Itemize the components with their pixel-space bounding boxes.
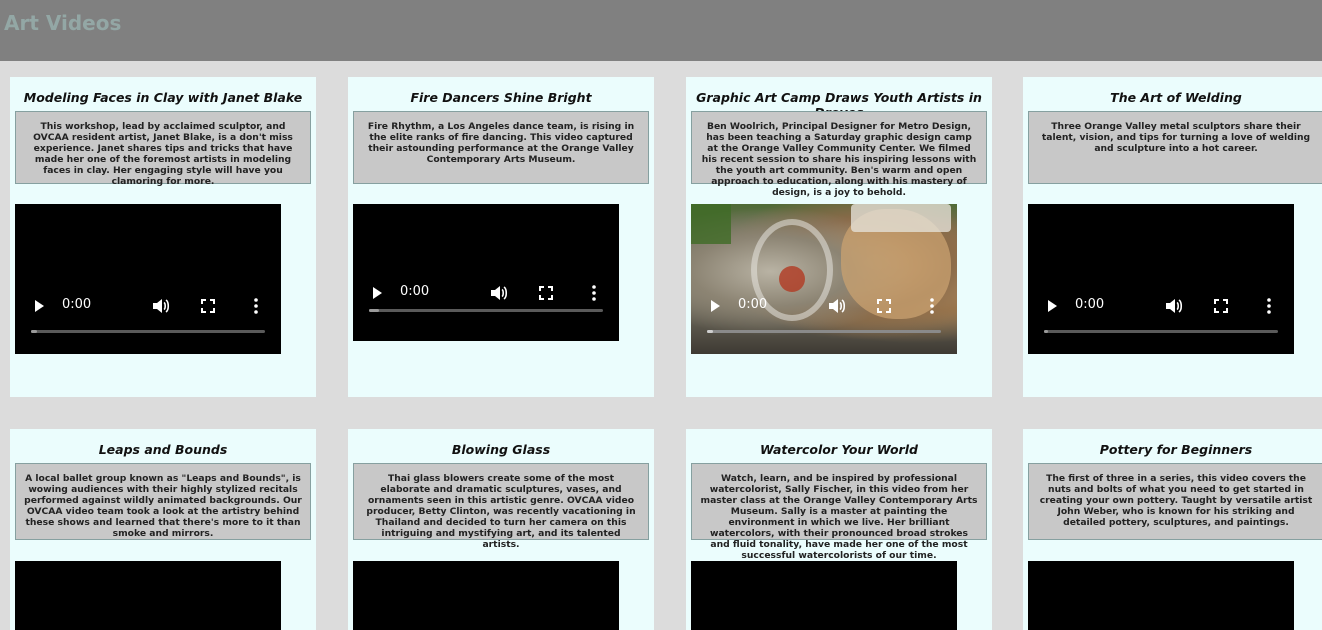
fullscreen-icon[interactable] — [877, 299, 891, 313]
video-progress-bar[interactable] — [1044, 330, 1278, 333]
more-options-icon[interactable] — [254, 298, 258, 314]
thumbnail-foliage — [691, 204, 731, 244]
play-icon[interactable] — [373, 287, 382, 299]
video-title: The Art of Welding — [1110, 90, 1242, 105]
more-options-icon[interactable] — [930, 298, 934, 314]
video-controls: 0:00 — [1028, 286, 1294, 333]
fullscreen-icon[interactable] — [539, 286, 553, 300]
video-description: Fire Rhythm, a Los Angeles dance team, i… — [353, 111, 649, 184]
video-player[interactable]: 0:00 — [691, 204, 957, 354]
progress-fill — [707, 330, 713, 333]
video-controls: 0:00 — [15, 286, 281, 333]
video-card: Leaps and Bounds A local ballet group kn… — [10, 429, 316, 630]
video-card: Blowing Glass Thai glass blowers create … — [348, 429, 654, 630]
video-description: Three Orange Valley metal sculptors shar… — [1028, 111, 1322, 184]
more-options-icon[interactable] — [1267, 298, 1271, 314]
video-time: 0:00 — [738, 297, 768, 312]
video-card: Graphic Art Camp Draws Youth Artists in … — [686, 77, 992, 397]
video-progress-bar[interactable] — [707, 330, 941, 333]
page-header: Art Videos — [0, 0, 1322, 61]
video-title: Modeling Faces in Clay with Janet Blake — [23, 90, 303, 105]
video-controls: 0:00 — [691, 286, 957, 333]
progress-fill — [31, 330, 37, 333]
progress-fill — [1044, 330, 1048, 333]
more-options-icon[interactable] — [592, 285, 596, 301]
video-progress-bar[interactable] — [31, 330, 265, 333]
video-card: Modeling Faces in Clay with Janet Blake … — [10, 77, 316, 397]
video-player[interactable] — [15, 561, 281, 630]
progress-fill — [369, 309, 379, 312]
video-player[interactable]: 0:00 — [353, 204, 619, 341]
video-player[interactable]: 0:00 — [15, 204, 281, 354]
video-description: A local ballet group known as "Leaps and… — [15, 463, 311, 540]
fullscreen-icon[interactable] — [201, 299, 215, 313]
video-player[interactable] — [1028, 561, 1294, 630]
video-card: The Art of Welding Three Orange Valley m… — [1023, 77, 1322, 397]
video-title: Watercolor Your World — [760, 442, 918, 457]
video-title: Leaps and Bounds — [98, 442, 228, 457]
video-player[interactable] — [691, 561, 957, 630]
video-description: The first of three in a series, this vid… — [1028, 463, 1322, 540]
video-card: Watercolor Your World Watch, learn, and … — [686, 429, 992, 630]
thumbnail-mural-hat — [851, 204, 951, 232]
fullscreen-icon[interactable] — [1214, 299, 1228, 313]
video-title: Blowing Glass — [451, 442, 551, 457]
video-description: This workshop, lead by acclaimed sculpto… — [15, 111, 311, 187]
video-time: 0:00 — [400, 284, 430, 299]
video-title: Pottery for Beginners — [1099, 442, 1253, 457]
video-time: 0:00 — [1075, 297, 1105, 312]
video-controls: 0:00 — [353, 273, 619, 313]
video-player[interactable] — [353, 561, 619, 630]
play-icon[interactable] — [35, 300, 44, 312]
play-icon[interactable] — [711, 300, 720, 312]
video-card: Fire Dancers Shine Bright Fire Rhythm, a… — [348, 77, 654, 397]
video-description: Watch, learn, and be inspired by profess… — [691, 463, 987, 561]
page-title: Art Videos — [4, 11, 122, 35]
video-card: Pottery for Beginners The first of three… — [1023, 429, 1322, 630]
video-player[interactable]: 0:00 — [1028, 204, 1294, 354]
volume-icon[interactable] — [828, 298, 846, 314]
video-description: Ben Woolrich, Principal Designer for Met… — [691, 111, 987, 198]
volume-icon[interactable] — [152, 298, 170, 314]
video-progress-bar[interactable] — [369, 309, 603, 312]
video-title: Fire Dancers Shine Bright — [410, 90, 592, 105]
volume-icon[interactable] — [1165, 298, 1183, 314]
volume-icon[interactable] — [490, 285, 508, 301]
play-icon[interactable] — [1048, 300, 1057, 312]
video-description: Thai glass blowers create some of the mo… — [353, 463, 649, 550]
video-time: 0:00 — [62, 297, 92, 312]
